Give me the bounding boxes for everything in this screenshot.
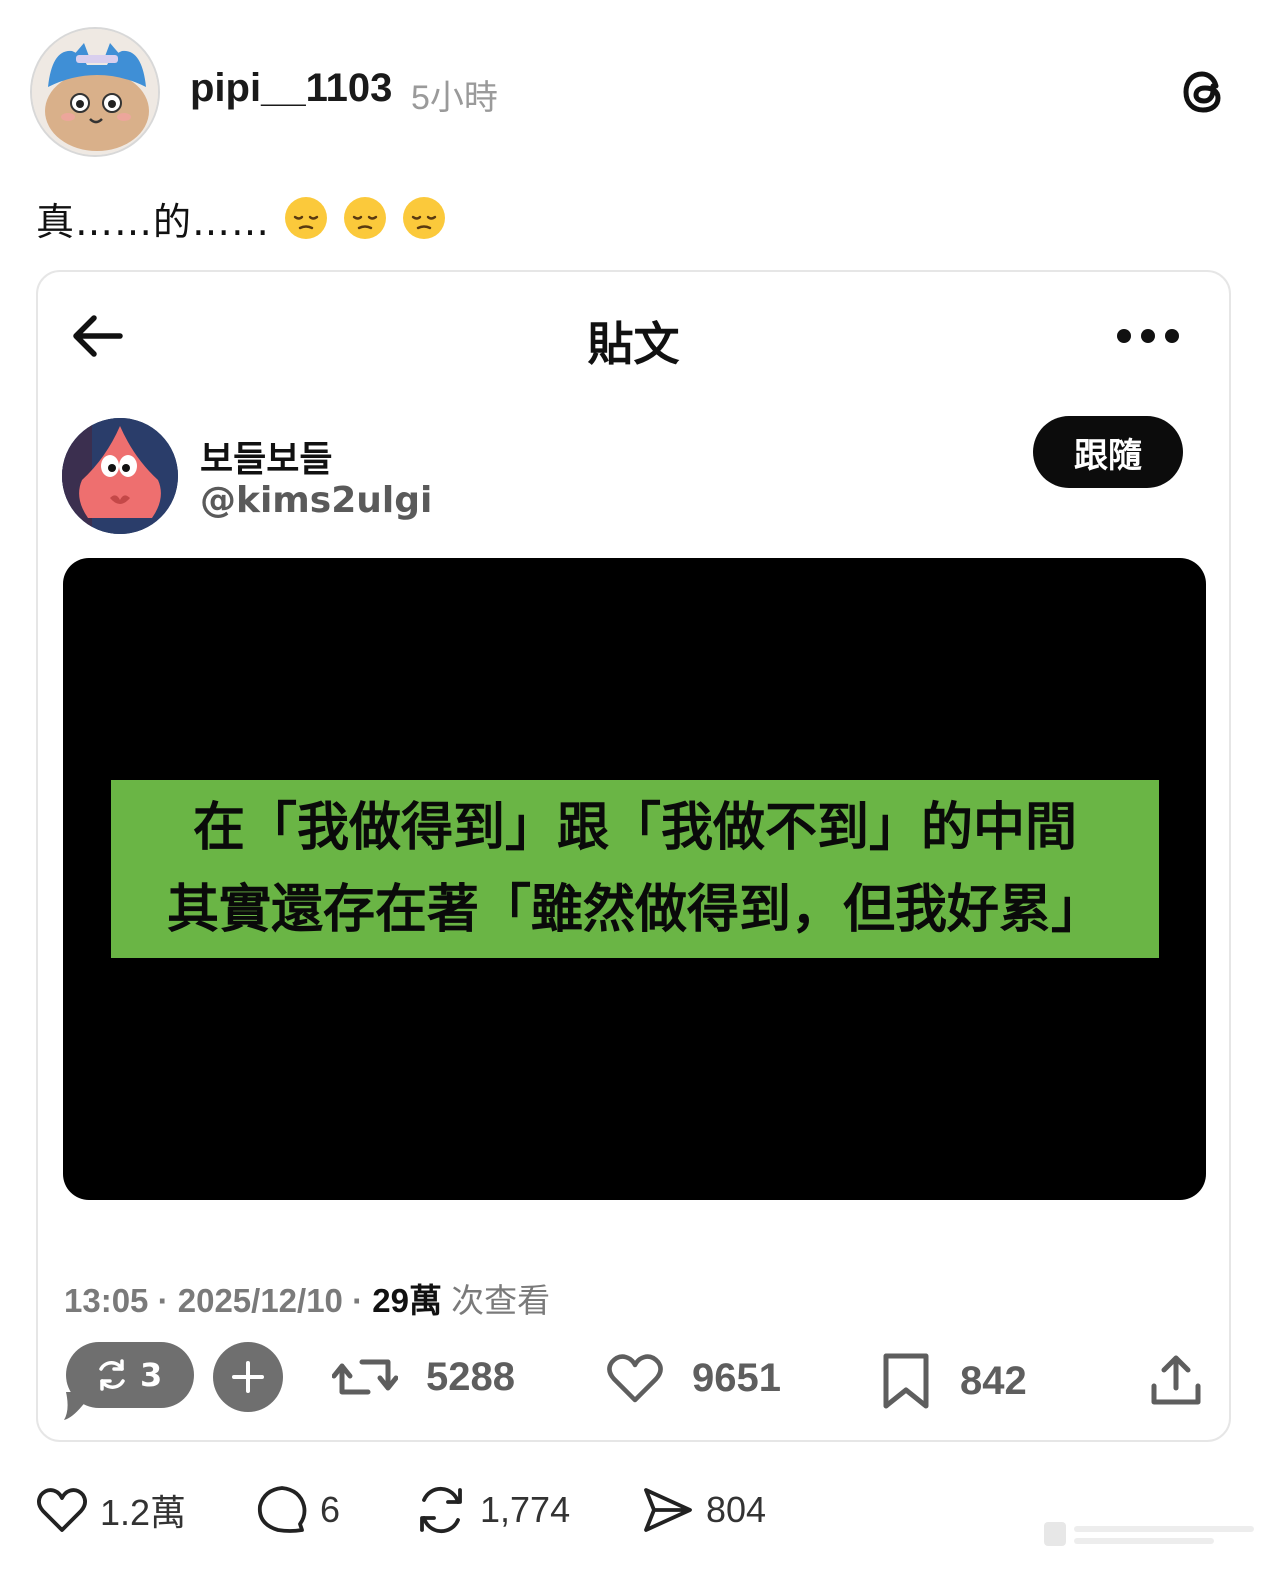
share-icon (1151, 1355, 1201, 1405)
refresh-icon (99, 1359, 125, 1391)
share-button[interactable]: 804 (640, 1484, 766, 1536)
pensive-face-icon (403, 197, 446, 239)
embedded-post-screenshot[interactable]: 貼文 보들보들 @kims2ulgi 跟隨 在「我做得到」跟「我做不到」的中間 … (36, 270, 1231, 1442)
like-count: 1.2萬 (100, 1492, 187, 1533)
threads-logo-icon[interactable] (1176, 64, 1232, 120)
repost-count: 1,774 (480, 1489, 571, 1530)
follow-button: 跟隨 (1033, 416, 1183, 488)
avatar-starfish-illustration (62, 418, 178, 534)
quote-count: 3 (140, 1356, 163, 1394)
heart-icon (607, 1354, 663, 1403)
share-count: 804 (706, 1489, 767, 1530)
embedded-action-bar: 3 5288 9651 842 (38, 1340, 1229, 1430)
comment-button[interactable]: 6 (256, 1484, 340, 1536)
repost-icon (420, 1486, 462, 1534)
like-count: 9651 (692, 1355, 781, 1400)
quote-line-1: 在「我做得到」跟「我做不到」的中間 (192, 797, 1077, 858)
post-meta: 13:05 · 2025/12/10 · 29萬 次查看 (64, 1274, 550, 1322)
bookmark-action: 842 (880, 1352, 1027, 1410)
quote-banner: 在「我做得到」跟「我做不到」的中間 其實還存在著「雖然做得到，但我好累」 (111, 780, 1159, 958)
heart-icon (37, 1488, 87, 1532)
more-options-icon (1117, 329, 1179, 343)
retweet-icon (332, 1359, 398, 1395)
retweet-action: 5288 (332, 1352, 515, 1402)
caption-text: 真……的…… (36, 199, 271, 244)
embedded-header-title: 貼文 (587, 317, 680, 371)
bookmark-count: 842 (960, 1358, 1027, 1403)
repost-button[interactable]: 1,774 (414, 1484, 570, 1536)
comment-count: 6 (320, 1489, 341, 1530)
comment-icon (257, 1486, 307, 1533)
username-link[interactable]: pipi__1103 (190, 66, 392, 111)
post-date: 2025/12/10 (177, 1282, 343, 1319)
bookmark-icon (883, 1353, 929, 1409)
share-action (1148, 1352, 1204, 1408)
pensive-face-icon (344, 197, 387, 239)
meta-separator: · (352, 1282, 373, 1319)
retweet-count: 5288 (426, 1354, 515, 1399)
post-timestamp: 5小時 (411, 79, 498, 117)
like-action: 9651 (606, 1352, 781, 1404)
embedded-author-name: 보들보들 (200, 439, 333, 480)
watermark-logo (1044, 1522, 1254, 1546)
quote-count-pill: 3 (66, 1342, 194, 1408)
views-label: 次查看 (451, 1282, 551, 1319)
post-image: 在「我做得到」跟「我做不到」的中間 其實還存在著「雖然做得到，但我好累」 (63, 558, 1206, 1200)
embedded-author-handle: @kims2ulgi (200, 480, 433, 521)
embedded-author-avatar (62, 418, 178, 534)
author-avatar[interactable] (30, 27, 160, 157)
pensive-face-icon (285, 197, 328, 239)
plus-icon (232, 1361, 264, 1393)
send-icon (644, 1488, 692, 1532)
post-time: 13:05 (64, 1282, 149, 1319)
post-caption: 真……的…… (36, 192, 447, 244)
add-button (213, 1342, 283, 1412)
views-count: 29萬 (372, 1282, 442, 1319)
avatar-cat-illustration (32, 29, 158, 155)
like-button[interactable]: 1.2萬 (36, 1484, 186, 1536)
meta-separator: · (157, 1282, 178, 1319)
quote-line-2: 其實還存在著「雖然做得到，但我好累」 (166, 879, 1103, 940)
